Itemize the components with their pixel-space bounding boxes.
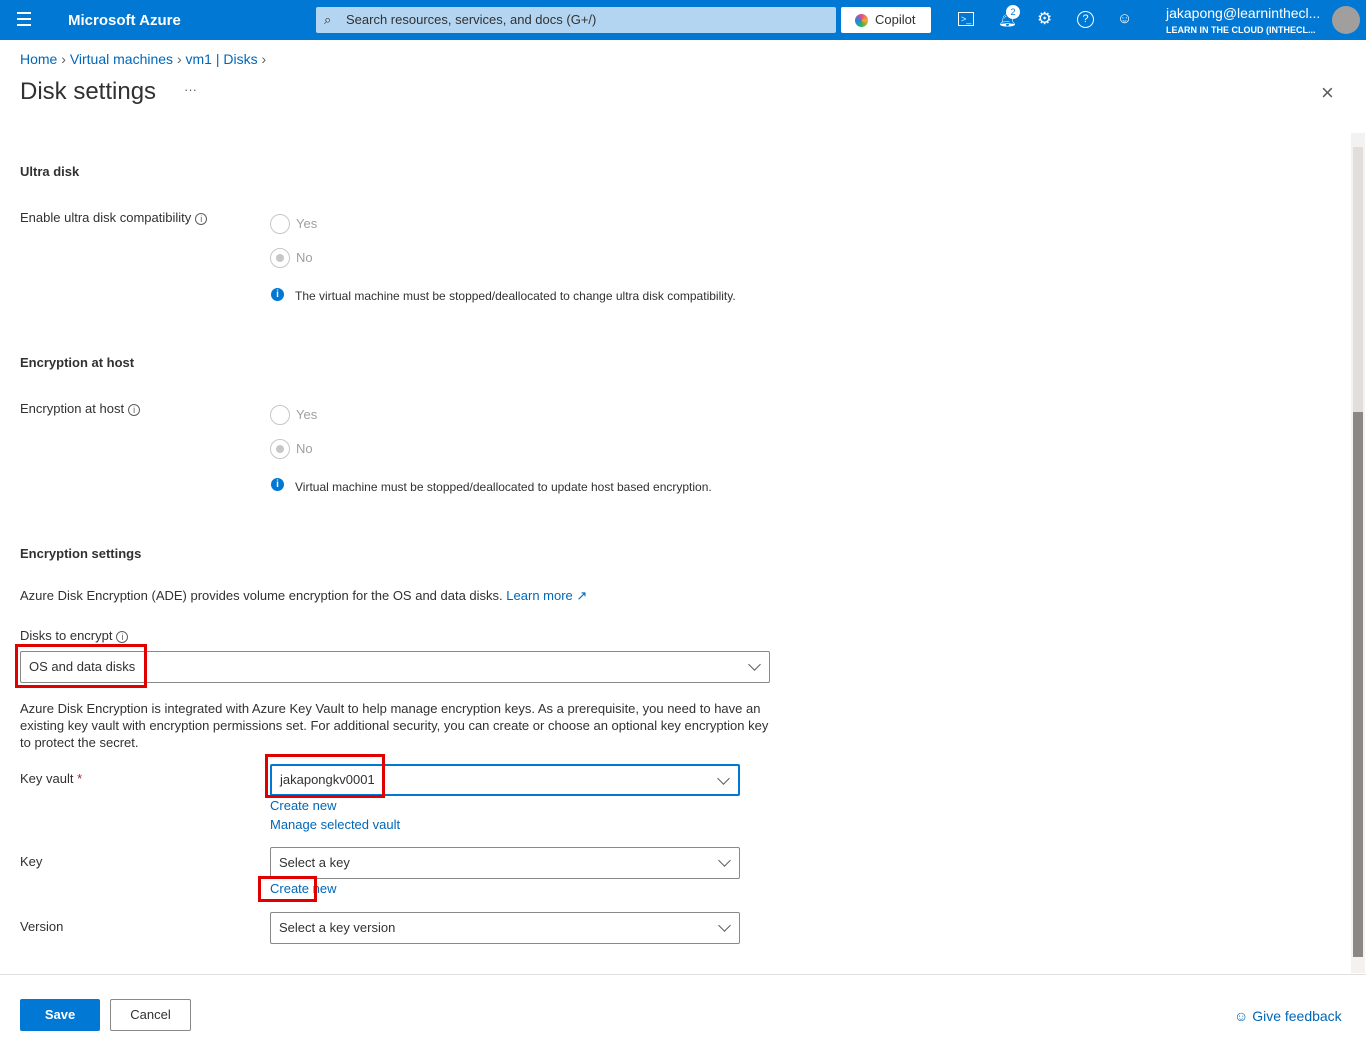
footer-divider	[0, 974, 1366, 975]
breadcrumb-home[interactable]: Home	[20, 51, 57, 67]
copilot-label: Copilot	[875, 12, 916, 27]
key-dropdown[interactable]: Select a key	[270, 847, 740, 879]
feedback-icon: ☺	[1234, 1008, 1253, 1024]
breadcrumb-virtual-machines[interactable]: Virtual machines	[70, 51, 173, 67]
menu-icon[interactable]	[17, 12, 31, 26]
user-tenant[interactable]: LEARN IN THE CLOUD (INTHECL...	[1166, 25, 1316, 35]
ultra-yes-radio[interactable]	[270, 214, 290, 234]
more-button[interactable]: ···	[184, 82, 197, 97]
ultra-label: Enable ultra disk compatibility i	[20, 210, 208, 225]
required-marker: *	[77, 771, 83, 786]
settings-icon[interactable]: ⚙	[1037, 9, 1052, 29]
enc-desc: Azure Disk Encryption (ADE) provides vol…	[20, 588, 588, 603]
host-yes-radio[interactable]	[270, 405, 290, 425]
chevron-down-icon	[748, 658, 761, 671]
host-info-text: Virtual machine must be stopped/dealloca…	[295, 480, 712, 494]
version-dropdown[interactable]: Select a key version	[270, 912, 740, 944]
feedback-icon[interactable]: ☺	[1117, 10, 1132, 27]
highlight-box	[258, 876, 317, 902]
ultra-no-label: No	[296, 250, 313, 265]
ultra-yes-label: Yes	[296, 216, 318, 231]
give-feedback-label: Give feedback	[1252, 1008, 1342, 1024]
notification-badge: 2	[1006, 5, 1020, 19]
version-placeholder: Select a key version	[279, 920, 396, 935]
top-bar: Microsoft Azure ⌕ Search resources, servi…	[0, 0, 1366, 40]
cloud-shell-icon[interactable]: >_	[958, 12, 974, 26]
app-title[interactable]: Microsoft Azure	[68, 12, 181, 29]
highlight-box	[265, 754, 385, 798]
ultra-no-radio[interactable]	[270, 248, 290, 268]
search-placeholder: Search resources, services, and docs (G+…	[346, 12, 597, 27]
help-icon[interactable]: ?	[1077, 11, 1094, 28]
enc-heading: Encryption settings	[20, 546, 142, 561]
ultra-info-text: The virtual machine must be stopped/deal…	[295, 289, 736, 303]
host-heading: Encryption at host	[20, 355, 135, 370]
info-icon: i	[271, 478, 284, 491]
host-no-radio[interactable]	[270, 439, 290, 459]
page-title: Disk settings	[20, 78, 157, 105]
disks-label: Disks to encrypt i	[20, 628, 129, 643]
key-label: Key	[20, 854, 43, 869]
info-icon[interactable]: i	[195, 213, 208, 225]
host-no-label: No	[296, 441, 313, 456]
copilot-button[interactable]: Copilot	[841, 7, 931, 33]
chevron-down-icon	[718, 919, 731, 932]
chevron-down-icon	[718, 854, 731, 867]
save-button[interactable]: Save	[20, 999, 100, 1031]
learn-more-link[interactable]: Learn more	[506, 588, 572, 603]
info-icon: i	[271, 288, 284, 301]
key-placeholder: Select a key	[279, 855, 350, 870]
give-feedback-link[interactable]: ☺ Give feedback	[1234, 1008, 1342, 1024]
user-email[interactable]: jakapong@learninthecl...	[1166, 5, 1320, 21]
search-icon: ⌕	[324, 12, 332, 27]
highlight-box	[15, 644, 147, 688]
cancel-button[interactable]: Cancel	[110, 999, 191, 1031]
avatar[interactable]	[1332, 6, 1360, 34]
host-label: Encryption at host i	[20, 401, 141, 416]
kv-label: Key vault *	[20, 771, 83, 786]
breadcrumb-vm1-disks[interactable]: vm1 | Disks	[186, 51, 258, 67]
search-input[interactable]: ⌕ Search resources, services, and docs (G…	[316, 7, 836, 33]
close-icon[interactable]: ×	[1321, 80, 1334, 106]
kv-create-new-link[interactable]: Create new	[270, 798, 336, 813]
info-icon[interactable]: i	[128, 404, 141, 416]
host-yes-label: Yes	[296, 407, 318, 422]
chevron-down-icon	[717, 772, 730, 785]
info-icon[interactable]: i	[116, 631, 129, 643]
external-link-icon: ↗	[572, 588, 588, 603]
version-label: Version	[20, 919, 64, 934]
ultra-heading: Ultra disk	[20, 164, 80, 179]
copilot-icon	[855, 14, 868, 27]
scrollbar[interactable]	[1351, 133, 1365, 973]
manage-vault-link[interactable]: Manage selected vault	[270, 817, 400, 832]
kv-desc: Azure Disk Encryption is integrated with…	[20, 701, 769, 750]
breadcrumb: Home › Virtual machines › vm1 | Disks ›	[20, 51, 267, 67]
